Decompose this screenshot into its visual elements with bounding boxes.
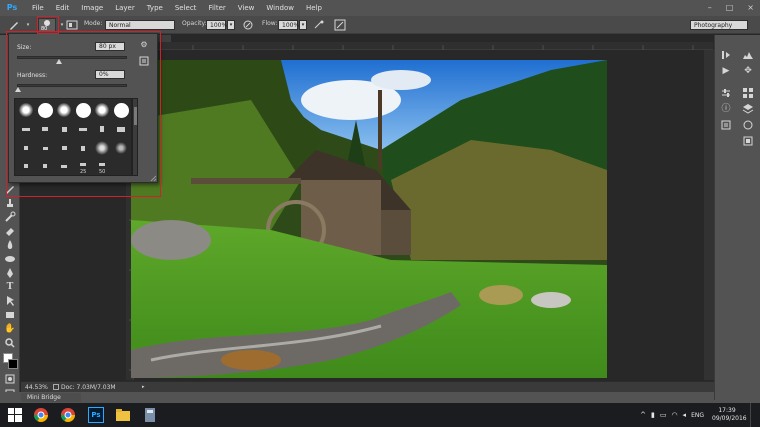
clock[interactable]: 17:39 09/09/2016 — [712, 407, 747, 423]
menu-edit[interactable]: Edit — [50, 0, 76, 16]
maximize-button[interactable]: □ — [726, 3, 734, 12]
dodge-tool-icon[interactable] — [3, 253, 17, 265]
wifi-icon[interactable]: ◠ — [671, 411, 677, 419]
menu-bar: Ps File Edit Image Layer Type Select Fil… — [0, 0, 760, 16]
opacity-label: Opacity: — [182, 20, 207, 27]
status-menu-arrow-icon[interactable]: ▸ — [142, 384, 145, 390]
panel-dock: ▶ ⓘ ✥ — [714, 35, 760, 400]
chrome-icon[interactable] — [33, 407, 49, 423]
mode-select[interactable]: Normal — [105, 20, 175, 30]
properties-panel-icon[interactable] — [720, 119, 732, 131]
network-icon[interactable]: ▮ — [651, 411, 655, 419]
history-brush-tool-icon[interactable] — [3, 211, 17, 223]
ruler-horizontal — [133, 42, 713, 50]
brush-panel-toggle-icon[interactable] — [66, 19, 78, 31]
type-tool-icon[interactable]: T — [3, 281, 17, 293]
flow-input[interactable]: 100% — [278, 20, 299, 30]
menu-help[interactable]: Help — [300, 0, 328, 16]
language-indicator[interactable]: ENG — [691, 412, 704, 419]
menu-filter[interactable]: Filter — [202, 0, 231, 16]
layers-panel-icon[interactable] — [742, 103, 754, 115]
clone-stamp-tool-icon[interactable] — [3, 197, 17, 209]
pressure-opacity-icon[interactable] — [242, 19, 254, 31]
battery-icon[interactable]: ▭ — [660, 411, 667, 419]
status-info-icon[interactable] — [53, 384, 59, 390]
document-size: Doc: 7.03M/7.03M — [61, 383, 116, 391]
pen-tool-icon[interactable] — [3, 267, 17, 279]
menu-view[interactable]: View — [232, 0, 261, 16]
minimize-button[interactable]: – — [708, 3, 712, 12]
clock-date: 09/09/2016 — [712, 415, 747, 422]
volume-icon[interactable]: ◂ — [683, 411, 687, 419]
brush-tool-icon[interactable] — [8, 19, 20, 31]
airbrush-icon[interactable] — [313, 19, 325, 31]
flow-label: Flow: — [262, 20, 278, 27]
photoshop-logo: Ps — [6, 3, 18, 12]
clock-time: 17:39 — [718, 407, 736, 414]
blur-tool-icon[interactable] — [3, 239, 17, 251]
document-scrollbar[interactable] — [704, 50, 714, 380]
background-color-swatch[interactable] — [8, 359, 18, 369]
mini-bridge-tab[interactable]: Mini Bridge — [21, 393, 81, 402]
adjustments-panel-icon[interactable] — [720, 87, 732, 99]
swatches-panel-icon[interactable] — [742, 87, 754, 99]
history-panel-icon[interactable] — [720, 49, 732, 61]
hand-tool-icon[interactable]: ✋ — [3, 323, 17, 335]
zoom-level[interactable]: 44.53% — [25, 384, 49, 391]
actions-panel-icon[interactable]: ▶ — [720, 65, 732, 77]
canvas-photo[interactable] — [131, 60, 607, 378]
menu-select[interactable]: Select — [169, 0, 203, 16]
photoshop-taskbar-icon[interactable]: Ps — [88, 407, 104, 423]
info-panel-icon[interactable]: ⓘ — [720, 103, 732, 115]
quick-mask-icon[interactable] — [3, 373, 17, 385]
tool-preset-arrow-icon[interactable]: ▾ — [22, 19, 34, 31]
mode-label: Mode: — [84, 20, 103, 27]
chrome-icon[interactable] — [60, 407, 76, 423]
navigator-panel-icon[interactable]: ✥ — [742, 65, 754, 77]
window-controls: – □ × — [708, 3, 754, 12]
opacity-arrow-icon[interactable]: ▾ — [227, 20, 235, 30]
calculator-icon[interactable] — [142, 407, 158, 423]
menu-type[interactable]: Type — [141, 0, 169, 16]
system-tray: ^ ▮ ▭ ◠ ◂ ENG 17:39 09/09/2016 — [640, 403, 760, 427]
action-center-button[interactable] — [750, 403, 760, 427]
menu-window[interactable]: Window — [260, 0, 300, 16]
windows-start-icon[interactable] — [8, 408, 22, 422]
rectangle-tool-icon[interactable] — [3, 309, 17, 321]
file-explorer-icon[interactable] — [115, 407, 131, 423]
paths-panel-icon[interactable] — [742, 135, 754, 147]
menu-file[interactable]: File — [26, 0, 50, 16]
histogram-panel-icon[interactable] — [742, 49, 754, 61]
flow-arrow-icon[interactable]: ▾ — [299, 20, 307, 30]
show-hidden-icons-icon[interactable]: ^ — [640, 411, 646, 419]
menu-image[interactable]: Image — [75, 0, 109, 16]
eraser-tool-icon[interactable] — [3, 225, 17, 237]
bottom-panel-bar — [0, 392, 760, 403]
taskbar: Ps ^ ▮ ▭ ◠ ◂ ENG 17:39 09/09/2016 — [0, 403, 760, 427]
channels-panel-icon[interactable] — [742, 119, 754, 131]
highlight-brush-panel — [6, 31, 161, 197]
menu-layer[interactable]: Layer — [109, 0, 141, 16]
close-button[interactable]: × — [747, 3, 754, 12]
status-bar: 44.53% Doc: 7.03M/7.03M ▸ — [21, 381, 714, 392]
opacity-input[interactable]: 100% — [206, 20, 227, 30]
workspace-switcher[interactable]: Photography — [690, 20, 748, 30]
path-selection-tool-icon[interactable] — [3, 295, 17, 307]
pressure-size-icon[interactable] — [334, 19, 346, 31]
zoom-tool-icon[interactable] — [3, 337, 17, 349]
